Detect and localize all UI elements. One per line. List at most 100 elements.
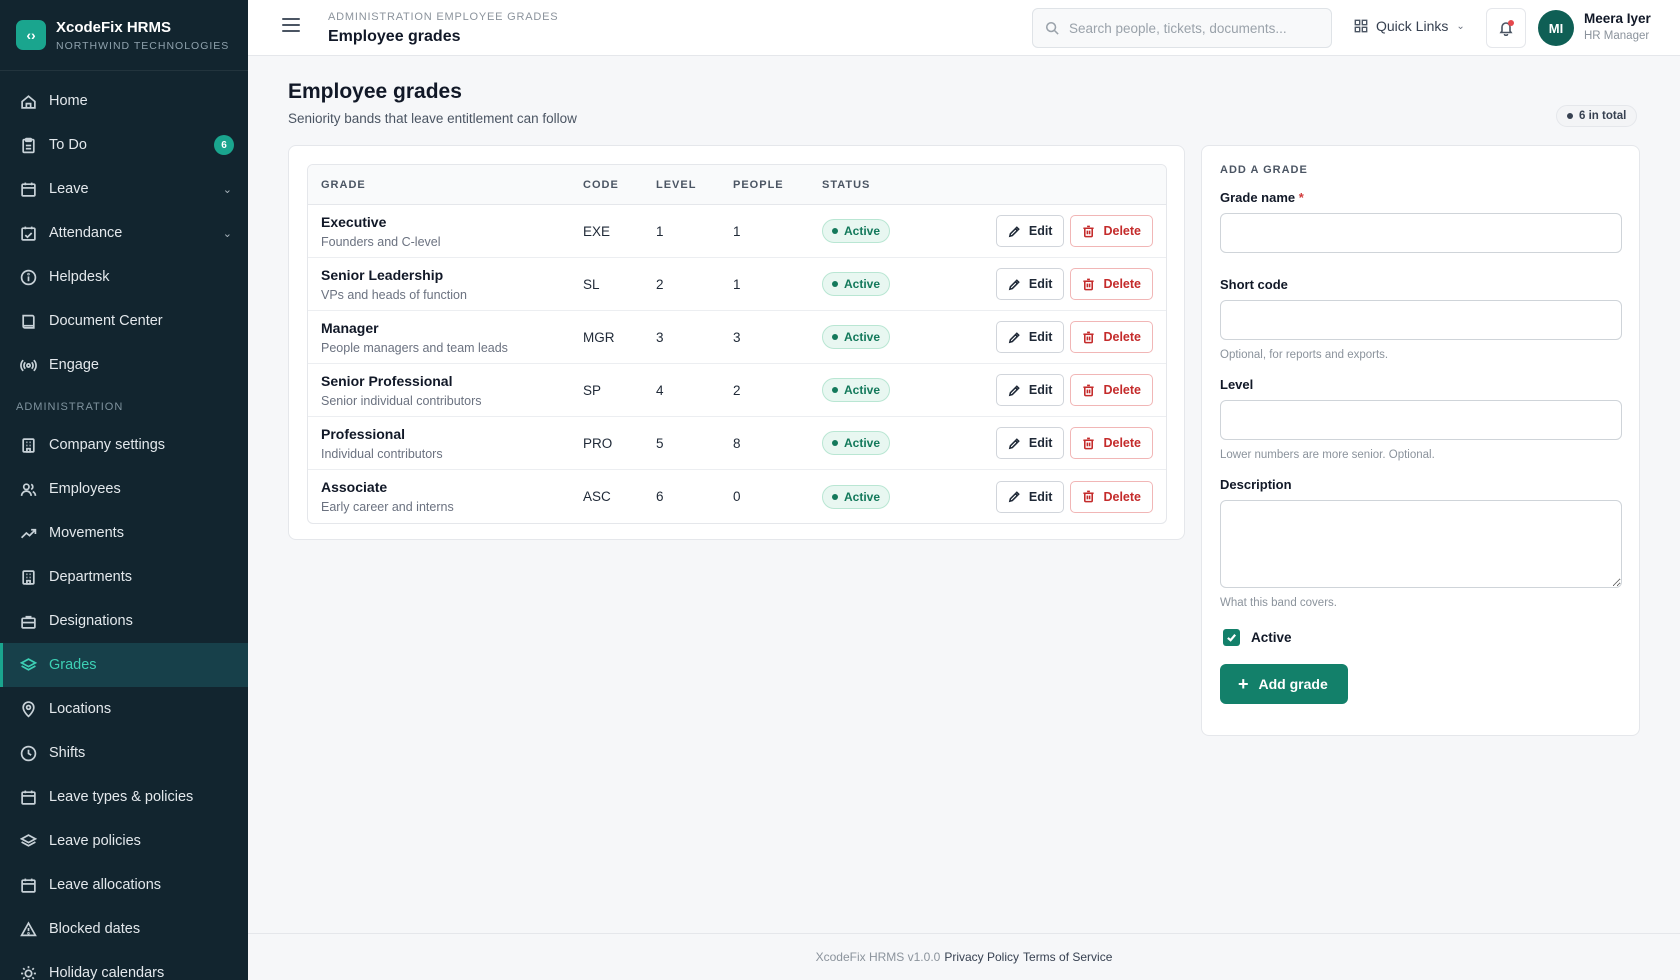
column-header-level[interactable]: LEVEL (643, 165, 720, 205)
grade-code: MGR (570, 311, 643, 364)
notifications-button[interactable] (1486, 8, 1526, 48)
short-code-field[interactable] (1220, 300, 1622, 340)
table-row: Associate Early career and interns ASC 6 0 Ac… (308, 470, 1166, 523)
main-nav: Home To Do 6 Leave ⌄ Attendance ⌄ Helpdesk Docum… (0, 71, 248, 387)
sidebar-item-blocked-dates[interactable]: Blocked dates (0, 907, 248, 951)
broadcast-icon (20, 357, 37, 374)
grade-name: Professional (321, 425, 406, 442)
grade-description: People managers and team leads (321, 340, 508, 355)
avatar[interactable]: MI (1538, 10, 1574, 46)
users-icon (20, 481, 37, 498)
column-header-actions (929, 165, 1166, 205)
layers-icon (20, 833, 37, 850)
delete-button[interactable]: Delete (1070, 480, 1153, 513)
edit-button[interactable]: Edit (995, 215, 1065, 247)
add-grade-button[interactable]: + Add grade (1220, 664, 1348, 704)
sidebar-item-company-settings[interactable]: Company settings (0, 423, 248, 467)
grade-description: Founders and C-level (321, 234, 441, 249)
warning-icon (20, 920, 37, 938)
edit-button[interactable]: Edit (995, 480, 1065, 513)
sidebar-item-helpdesk[interactable]: Helpdesk (0, 255, 248, 299)
actions-cell: Edit Delete (929, 417, 1166, 470)
sidebar-item-to-do[interactable]: To Do 6 (0, 123, 248, 167)
grade-code: ASC (583, 489, 611, 504)
level-help: Lower numbers are more senior. Optional. (1220, 449, 1435, 461)
delete-button[interactable]: Delete (1070, 215, 1153, 247)
actions-cell: Edit Delete (929, 364, 1166, 417)
active-checkbox-label[interactable]: Active (1251, 630, 1292, 645)
map-pin-icon (20, 700, 37, 718)
description-field[interactable] (1220, 500, 1622, 588)
pencil-icon (1008, 384, 1020, 396)
total-count-badge: 6 in total (1556, 105, 1638, 127)
grade-description: Early career and interns (321, 500, 454, 514)
edit-label: Edit (1028, 489, 1053, 504)
sidebar-item-leave[interactable]: Leave ⌄ (0, 167, 248, 211)
sidebar-item-document-center[interactable]: Document Center (0, 299, 248, 343)
grade-code: PRO (570, 417, 643, 470)
active-checkbox[interactable] (1223, 629, 1240, 646)
actions-cell: Edit Delete (929, 258, 1166, 311)
sidebar-item-employees[interactable]: Employees (0, 467, 248, 511)
chevron-down-icon[interactable]: ⌄ (223, 183, 232, 196)
column-header-people[interactable]: PEOPLE (720, 165, 809, 205)
menu-toggle-button[interactable] (282, 18, 300, 36)
table-row: Professional Individual contributors PRO 5 8… (308, 417, 1166, 470)
edit-button[interactable]: Edit (995, 427, 1065, 459)
sidebar-item-label: Company settings (49, 437, 166, 453)
sidebar-item-leave-types-and-policies[interactable]: Leave types & policies (0, 775, 248, 819)
table-row: Executive Founders and C-level EXE 1 1 Active… (308, 205, 1166, 258)
checkmark-icon (1227, 634, 1237, 642)
status-cell: Active (809, 470, 929, 523)
sidebar-item-label: Employees (49, 481, 121, 497)
grade-name: Senior Professional (321, 372, 453, 389)
privacy-policy-link[interactable]: Privacy Policy (944, 950, 1019, 964)
book-icon (20, 313, 37, 330)
delete-button[interactable]: Delete (1070, 374, 1153, 406)
sidebar-item-locations[interactable]: Locations (0, 687, 248, 731)
edit-button[interactable]: Edit (995, 321, 1065, 353)
search-input[interactable]: Search people, tickets, documents... (1032, 8, 1332, 48)
grade-name-field[interactable] (1220, 213, 1622, 253)
grade-people-count: 1 (720, 258, 809, 311)
column-header-status[interactable]: STATUS (809, 165, 929, 205)
edit-button[interactable]: Edit (995, 374, 1065, 406)
sidebar-item-label: Leave allocations (49, 877, 162, 893)
sidebar-item-leave-policies[interactable]: Leave policies (0, 819, 248, 863)
sidebar-item-leave-allocations[interactable]: Leave allocations (0, 863, 248, 907)
user-name[interactable]: Meera Iyer (1584, 11, 1651, 26)
sidebar-item-departments[interactable]: Departments (0, 555, 248, 599)
sidebar-item-grades[interactable]: Grades (0, 643, 248, 687)
status-cell: Active (809, 417, 929, 470)
column-header-grade[interactable]: GRADE (308, 165, 570, 205)
column-header-code[interactable]: CODE (570, 165, 643, 205)
quick-links-button[interactable]: Quick Links ⌄ (1354, 18, 1465, 34)
grade-level: 5 (643, 417, 720, 470)
page-title: Employee grades (288, 80, 462, 103)
delete-button[interactable]: Delete (1070, 321, 1153, 353)
grade-description: Individual contributors (321, 446, 443, 461)
sidebar-item-designations[interactable]: Designations (0, 599, 248, 643)
building-icon (20, 437, 37, 454)
grade-cell: Senior Leadership VPs and heads of functi… (308, 258, 570, 311)
sidebar-item-home[interactable]: Home (0, 79, 248, 123)
status-badge: Active (822, 272, 891, 296)
sidebar-item-shifts[interactable]: Shifts (0, 731, 248, 775)
level-field[interactable] (1220, 400, 1622, 440)
sidebar-item-holiday-calendars[interactable]: Holiday calendars (0, 951, 248, 980)
sidebar-item-attendance[interactable]: Attendance ⌄ (0, 211, 248, 255)
edit-button[interactable]: Edit (995, 268, 1065, 300)
terms-of-service-link[interactable]: Terms of Service (1023, 950, 1112, 964)
sidebar-item-movements[interactable]: Movements (0, 511, 248, 555)
table-header-row: GRADE CODE LEVEL PEOPLE STATUS (308, 165, 1166, 205)
delete-label: Delete (1103, 224, 1141, 238)
delete-button[interactable]: Delete (1070, 427, 1153, 459)
grade-name: Associate (321, 479, 388, 495)
sidebar-item-engage[interactable]: Engage (0, 343, 248, 387)
calendar-icon (20, 789, 37, 806)
brand[interactable]: ‹› XcodeFix HRMS NORTHWIND TECHNOLOGIES (0, 0, 248, 71)
admin-nav: Company settings Employees Movements Depart… (0, 423, 248, 980)
status-badge: Active (822, 484, 891, 509)
delete-button[interactable]: Delete (1070, 268, 1153, 300)
chevron-down-icon[interactable]: ⌄ (223, 227, 232, 240)
